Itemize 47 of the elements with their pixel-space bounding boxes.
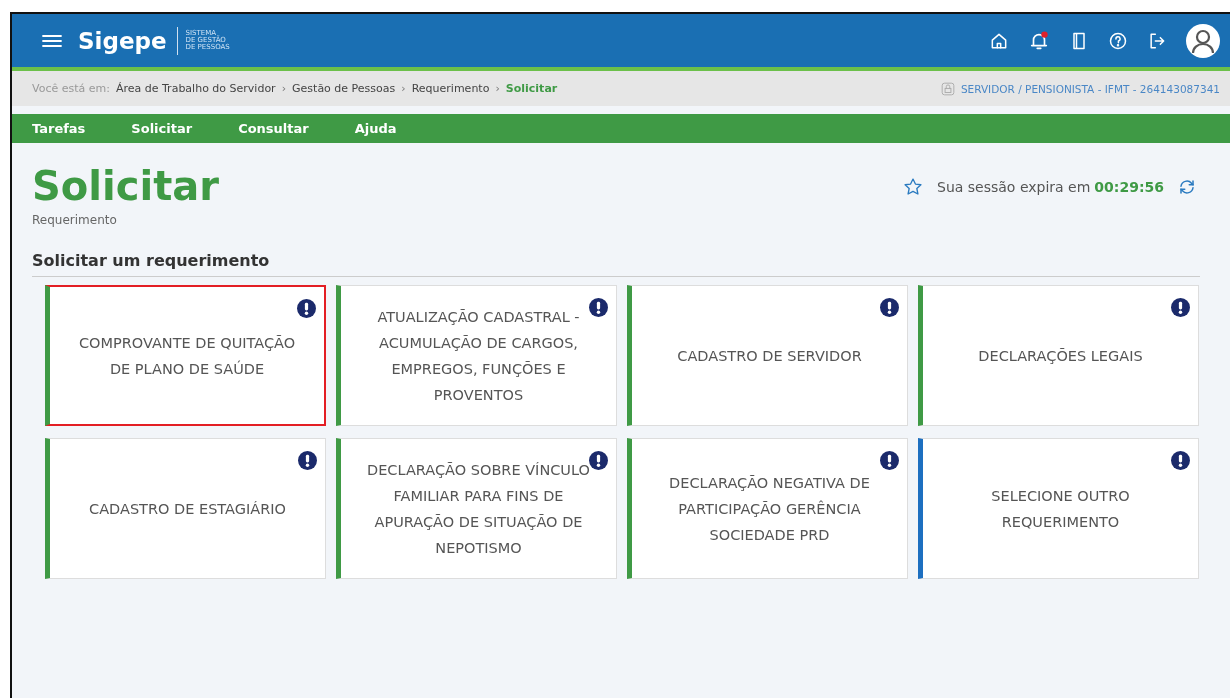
chevron-icon: › bbox=[281, 82, 287, 95]
request-card[interactable]: SELECIONE OUTRO REQUERIMENTO bbox=[918, 438, 1199, 579]
request-card[interactable]: ATUALIZAÇÃO CADASTRAL - ACUMULAÇÃO DE CARGOS, EMPREGOS, FUNÇÕES E PROVENTOS bbox=[336, 285, 617, 426]
card-label: SELECIONE OUTRO REQUERIMENTO bbox=[990, 486, 1131, 532]
page-title: Solicitar bbox=[32, 163, 219, 209]
card-label: CADASTRO DE SERVIDOR bbox=[677, 346, 862, 366]
info-icon[interactable] bbox=[589, 298, 608, 317]
card-label: DECLARAÇÃO SOBRE VÍNCULO FAMILIAR PARA FINS DE APURAÇÃO DE SITUAÇÃO DE NEPOTISMO bbox=[367, 460, 590, 558]
card-label: COMPROVANTE DE QUITAÇÃO DE PLANO DE SAÚDE bbox=[77, 333, 297, 379]
request-card[interactable]: COMPROVANTE DE QUITAÇÃO DE PLANO DE SAÚDE bbox=[45, 285, 326, 426]
request-card[interactable]: CADASTRO DE ESTAGIÁRIO bbox=[45, 438, 326, 579]
chevron-icon: › bbox=[495, 82, 500, 95]
section-title: Solicitar um requerimento bbox=[32, 251, 271, 272]
info-icon[interactable] bbox=[1171, 451, 1190, 470]
menu-item[interactable]: Tarefas bbox=[32, 121, 86, 136]
request-card[interactable]: DECLARAÇÃO NEGATIVA DE PARTICIPAÇÃO GERÊNCIA SOCIEDADE PRD bbox=[627, 438, 908, 579]
info-icon[interactable] bbox=[589, 451, 608, 470]
page-subtitle: Requerimento bbox=[32, 213, 118, 227]
info-icon[interactable] bbox=[297, 299, 316, 318]
card-label: DECLARAÇÃO NEGATIVA DE PARTICIPAÇÃO GERÊNCIA SOCIEDADE PRD bbox=[668, 473, 871, 545]
breadcrumb-link[interactable]: Área de Trabalho do Servidor bbox=[115, 82, 276, 95]
star-icon[interactable] bbox=[903, 177, 923, 197]
request-card[interactable]: CADASTRO DE SERVIDOR bbox=[627, 285, 908, 426]
info-icon[interactable] bbox=[1171, 298, 1190, 317]
chevron-icon: › bbox=[401, 82, 406, 95]
menu-item[interactable]: Solicitar bbox=[131, 121, 193, 136]
refresh-icon[interactable] bbox=[1178, 178, 1196, 196]
request-card[interactable]: DECLARAÇÕES LEGAIS bbox=[918, 285, 1199, 426]
breadcrumb-label: Você está em: bbox=[32, 82, 110, 95]
help-icon[interactable] bbox=[1108, 30, 1128, 51]
card-label: ATUALIZAÇÃO CADASTRAL - ACUMULAÇÃO DE CARGOS, EMPREGOS, FUNÇÕES E PROVENTOS bbox=[376, 307, 581, 405]
notification-bell-icon[interactable] bbox=[1028, 29, 1050, 52]
session-label: Sua sessão expira em bbox=[937, 179, 1091, 195]
breadcrumb-link[interactable]: Gestão de Pessoas bbox=[292, 82, 396, 95]
avatar-icon[interactable] bbox=[1186, 23, 1220, 58]
lock-icon bbox=[940, 81, 955, 96]
info-icon[interactable] bbox=[880, 451, 899, 470]
request-card[interactable]: DECLARAÇÃO SOBRE VÍNCULO FAMILIAR PARA FINS DE APURAÇÃO DE SITUAÇÃO DE NEPOTISMO bbox=[336, 438, 617, 579]
info-icon[interactable] bbox=[298, 451, 317, 470]
session-timer: 00:29:56 bbox=[1094, 179, 1164, 195]
card-label: CADASTRO DE ESTAGIÁRIO bbox=[89, 499, 286, 519]
card-label: DECLARAÇÕES LEGAIS bbox=[978, 346, 1143, 366]
menu-item[interactable]: Consultar bbox=[238, 121, 309, 136]
breadcrumb-link[interactable]: Requerimento bbox=[411, 82, 490, 95]
app-logo[interactable]: Sigepe bbox=[78, 26, 178, 55]
info-icon[interactable] bbox=[880, 298, 899, 317]
menu-item[interactable]: Ajuda bbox=[354, 121, 397, 136]
